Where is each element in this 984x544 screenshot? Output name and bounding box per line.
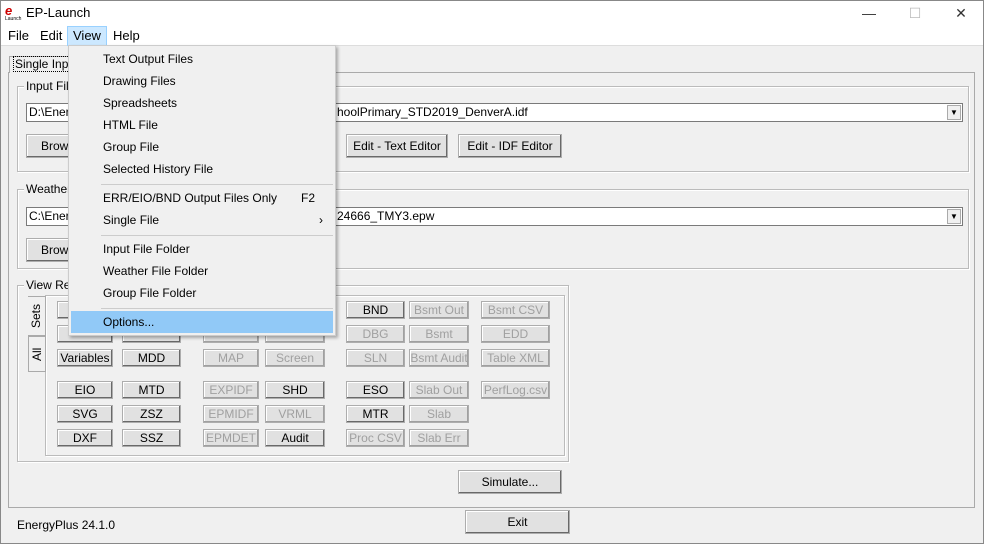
menu-item-label: Group File xyxy=(103,140,160,154)
dropdown-arrow-icon[interactable]: ▼ xyxy=(947,209,961,224)
menu-item-label: Group File Folder xyxy=(103,286,197,300)
view-menu-item[interactable]: Input File Folder xyxy=(71,238,333,260)
menu-item-label: Text Output Files xyxy=(103,52,194,66)
minimize-button[interactable]: — xyxy=(846,0,892,26)
ep-launch-logo-icon: e Launch xyxy=(5,3,22,22)
menu-item-label: Options... xyxy=(103,315,155,329)
result-button: VRML xyxy=(265,405,325,423)
result-button: Slab Out xyxy=(409,381,469,399)
menu-file[interactable]: File xyxy=(3,26,34,46)
result-button: EDD xyxy=(481,325,550,343)
result-button: PerfLog.csv xyxy=(481,381,550,399)
result-button[interactable]: SHD xyxy=(265,381,325,399)
result-button[interactable]: MDD xyxy=(122,349,181,367)
menu-item-label: Selected History File xyxy=(103,162,214,176)
result-button: Screen xyxy=(265,349,325,367)
menu-help[interactable]: Help xyxy=(108,26,145,46)
menu-view[interactable]: View xyxy=(67,26,107,46)
dropdown-arrow-icon[interactable]: ▼ xyxy=(947,105,961,120)
menu-bar: File Edit View Help xyxy=(0,26,984,46)
result-button: Bsmt xyxy=(409,325,469,343)
result-button: SLN xyxy=(346,349,405,367)
result-button: Bsmt CSV xyxy=(481,301,550,319)
weather-file-path-end: 24666_TMY3.epw xyxy=(337,209,435,223)
result-button: EPMIDF xyxy=(203,405,259,423)
result-button: EXPIDF xyxy=(203,381,259,399)
result-button[interactable]: ESO xyxy=(346,381,405,399)
view-menu-item[interactable]: ERR/EIO/BND Output Files Only F2 xyxy=(71,187,333,209)
view-menu-item[interactable]: Group File xyxy=(71,136,333,158)
menu-item-label: Drawing Files xyxy=(103,74,176,88)
menu-item-label: ERR/EIO/BND Output Files Only xyxy=(103,191,278,205)
view-menu-item[interactable]: Spreadsheets xyxy=(71,92,333,114)
result-button[interactable]: ZSZ xyxy=(122,405,181,423)
weather-file-path-start: C:\Ener xyxy=(29,209,70,223)
view-menu-item[interactable]: Selected History File xyxy=(71,158,333,180)
result-button: Bsmt Out xyxy=(409,301,469,319)
edit-idf-editor-button[interactable]: Edit - IDF Editor xyxy=(458,134,562,158)
result-button[interactable]: Audit xyxy=(265,429,325,447)
result-button: Table XML xyxy=(481,349,550,367)
input-file-path-start: D:\Ener xyxy=(29,105,70,119)
edit-text-editor-button[interactable]: Edit - Text Editor xyxy=(346,134,448,158)
menu-separator xyxy=(101,308,333,309)
result-button: Proc CSV xyxy=(346,429,405,447)
view-menu-item[interactable]: Single File › xyxy=(71,209,333,231)
maximize-button[interactable]: ☐ xyxy=(892,0,938,26)
exit-button[interactable]: Exit xyxy=(465,510,570,534)
result-button[interactable]: EIO xyxy=(57,381,113,399)
shortcut-label: F2 xyxy=(300,191,315,205)
close-button[interactable]: ✕ xyxy=(938,0,984,26)
view-menu-dropdown: Text Output Files Drawing Files Spreadshee… xyxy=(68,45,336,336)
input-file-path-end: hoolPrimary_STD2019_DenverA.idf xyxy=(337,105,528,119)
menu-edit[interactable]: Edit xyxy=(35,26,67,46)
result-button[interactable]: Variables xyxy=(57,349,113,367)
view-menu-item[interactable]: Options... xyxy=(71,311,333,333)
result-button: Bsmt Audit xyxy=(409,349,469,367)
view-menu-item[interactable]: Text Output Files xyxy=(71,48,333,70)
result-button[interactable]: MTR xyxy=(346,405,405,423)
menu-separator xyxy=(101,235,333,236)
submenu-arrow-icon: › xyxy=(319,213,323,227)
view-menu-item[interactable]: Drawing Files xyxy=(71,70,333,92)
result-button[interactable]: DXF xyxy=(57,429,113,447)
menu-item-label: Input File Folder xyxy=(103,242,190,256)
result-button: EPMDET xyxy=(203,429,259,447)
version-label: EnergyPlus 24.1.0 xyxy=(17,518,116,532)
menu-item-label: Weather File Folder xyxy=(103,264,209,278)
view-menu-item[interactable]: Group File Folder xyxy=(71,282,333,304)
result-button: Slab xyxy=(409,405,469,423)
view-menu-item[interactable]: HTML File xyxy=(71,114,333,136)
result-button[interactable]: BND xyxy=(346,301,405,319)
result-button[interactable]: SSZ xyxy=(122,429,181,447)
window-title: EP-Launch xyxy=(26,5,91,20)
result-button: Slab Err xyxy=(409,429,469,447)
menu-separator xyxy=(101,184,333,185)
vtab-all[interactable]: All xyxy=(28,336,46,372)
menu-item-label: Single File xyxy=(103,213,160,227)
vtab-sets[interactable]: Sets xyxy=(28,296,46,336)
menu-item-label: HTML File xyxy=(103,118,158,132)
title-bar: e Launch EP-Launch — ☐ ✕ xyxy=(0,0,984,26)
menu-item-label: Spreadsheets xyxy=(103,96,178,110)
result-button[interactable]: MTD xyxy=(122,381,181,399)
result-button: DBG xyxy=(346,325,405,343)
simulate-button[interactable]: Simulate... xyxy=(458,470,562,494)
result-button: MAP xyxy=(203,349,259,367)
view-menu-item[interactable]: Weather File Folder xyxy=(71,260,333,282)
result-button[interactable]: SVG xyxy=(57,405,113,423)
